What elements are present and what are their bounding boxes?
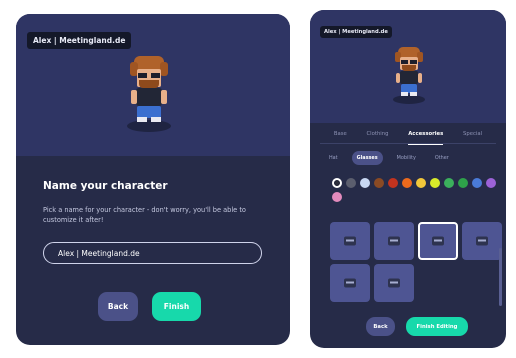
glasses-option[interactable]: [418, 222, 458, 260]
name-character-panel: Alex | Meetingland.de Name your characte…: [16, 14, 290, 345]
glasses-options-grid: [330, 222, 502, 302]
accessory-subtabs: Hat Glasses Mobility Other: [324, 151, 454, 165]
character-name-input[interactable]: [43, 242, 262, 264]
customize-character-panel: Alex | Meetingland.de Base Clothing Acce…: [310, 10, 506, 348]
name-character-description: Pick a name for your character - don't w…: [43, 206, 246, 224]
finish-editing-button[interactable]: Finish Editing: [406, 317, 468, 336]
glasses-option[interactable]: [462, 222, 502, 260]
color-swatch[interactable]: [486, 178, 496, 188]
glasses-preview-icon: [432, 236, 444, 246]
color-swatch[interactable]: [472, 178, 482, 188]
glasses-option[interactable]: [330, 264, 370, 302]
subtab-mobility[interactable]: Mobility: [392, 151, 421, 165]
back-button[interactable]: Back: [366, 317, 395, 336]
glasses-preview-icon: [388, 278, 400, 288]
subtab-glasses[interactable]: Glasses: [351, 151, 383, 165]
color-swatch[interactable]: [444, 178, 454, 188]
scrollbar[interactable]: [499, 248, 502, 306]
character-preview: Alex | Meetingland.de: [16, 14, 290, 156]
glasses-preview-icon: [344, 278, 356, 288]
glasses-option[interactable]: [374, 222, 414, 260]
subtab-other[interactable]: Other: [430, 151, 454, 165]
tabs-divider: [320, 143, 496, 144]
color-swatch[interactable]: [458, 178, 468, 188]
name-character-title: Name your character: [43, 180, 168, 192]
character-avatar: [127, 54, 171, 132]
finish-button[interactable]: Finish: [152, 292, 201, 321]
color-swatch[interactable]: [332, 192, 342, 202]
color-swatch[interactable]: [374, 178, 384, 188]
character-preview: Alex | Meetingland.de: [310, 10, 506, 123]
color-swatch[interactable]: [416, 178, 426, 188]
glasses-option[interactable]: [330, 222, 370, 260]
glasses-preview-icon: [476, 236, 488, 246]
color-swatch[interactable]: [346, 178, 356, 188]
color-swatch[interactable]: [402, 178, 412, 188]
character-avatar: [393, 46, 425, 104]
color-swatch[interactable]: [430, 178, 440, 188]
color-swatches: [332, 178, 506, 202]
glasses-option[interactable]: [374, 264, 414, 302]
color-swatch[interactable]: [388, 178, 398, 188]
color-swatch[interactable]: [332, 178, 342, 188]
back-button[interactable]: Back: [98, 292, 138, 321]
screen: Alex | Meetingland.de Name your characte…: [0, 0, 516, 358]
character-name-tag: Alex | Meetingland.de: [320, 26, 392, 38]
character-name-tag: Alex | Meetingland.de: [27, 32, 132, 49]
color-swatch[interactable]: [360, 178, 370, 188]
subtab-hat[interactable]: Hat: [324, 151, 343, 165]
glasses-preview-icon: [344, 236, 356, 246]
glasses-preview-icon: [388, 236, 400, 246]
